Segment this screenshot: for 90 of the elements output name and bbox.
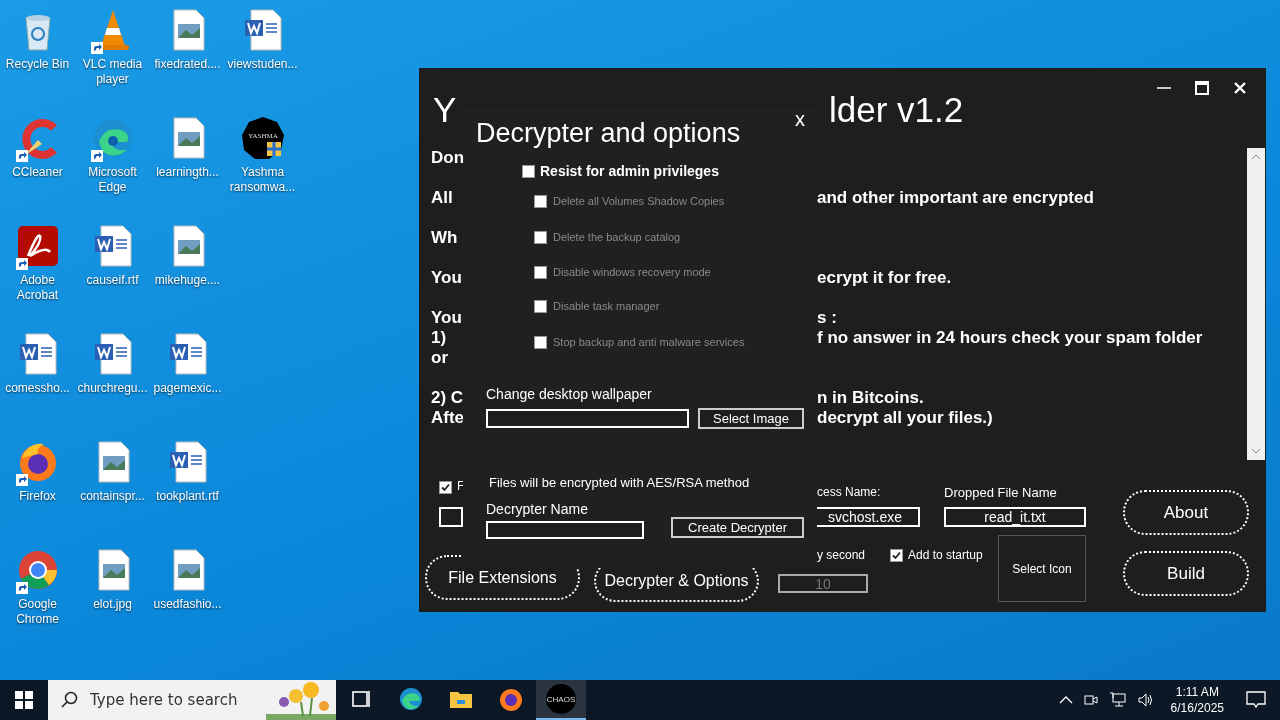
desktop-icon-label[interactable]: learningth... (156, 165, 219, 180)
delay-field[interactable]: 10 (778, 574, 868, 593)
dialog-title: Decrypter and options (476, 118, 741, 149)
dropped-file-field[interactable]: read_it.txt (944, 507, 1086, 527)
note-text: f no answer in 24 hours check your spam folder (817, 328, 1204, 348)
clock[interactable]: 1:11 AM 6/16/2025 (1164, 684, 1230, 716)
search-field[interactable]: Type here to search (88, 690, 282, 710)
checkbox-label: Stop backup and anti malware services (553, 336, 745, 348)
field-label: Change desktop wallpaper (486, 386, 652, 402)
chaos-logo-icon: CHAOS (546, 684, 576, 714)
search-bar[interactable]: Type here to search (48, 680, 336, 720)
desktop-icon-label[interactable]: Adobe Acrobat (0, 273, 75, 303)
desktop-icon-label[interactable]: Yashma ransomwa... (225, 165, 300, 195)
wave-logo-icon (398, 686, 424, 712)
desktop-icon-label[interactable]: VLC media player (75, 57, 150, 87)
search-icon (60, 691, 78, 709)
maximize-icon[interactable] (1195, 81, 1209, 95)
checkbox-label: Delete all Volumes Shadow Copies (553, 195, 725, 207)
desktop-icon-label[interactable]: tookplant.rtf (156, 489, 219, 504)
note-text: decrypt all your files.) (817, 408, 994, 428)
desktop-icon-label[interactable]: viewstuden... (227, 57, 298, 72)
wallpaper-field[interactable] (486, 409, 689, 428)
checkbox[interactable] (522, 165, 535, 178)
fox-logo-icon (498, 686, 524, 712)
note-text: Don (431, 148, 463, 168)
scroll-up-icon[interactable] (1251, 154, 1261, 160)
desktop-icon-label[interactable]: Recycle Bin (5, 57, 70, 72)
desktop-icon-label[interactable]: mikehuge.... (154, 273, 221, 288)
note-text: Wh (431, 228, 459, 248)
decrypter-name-field[interactable] (486, 521, 644, 539)
note-text: ecrypt it for free. (817, 268, 953, 288)
note-text: 1) (431, 328, 448, 348)
window-title: Y (433, 90, 457, 130)
checkbox-label: Add to startup (908, 548, 983, 562)
checkbox[interactable] (890, 549, 903, 562)
scrollbar[interactable] (1247, 148, 1265, 460)
desktop-icon-label[interactable]: fixedrated.... (154, 57, 221, 72)
close-button[interactable]: x (793, 108, 807, 131)
desktop-icon-label[interactable]: elot.jpg (93, 597, 132, 612)
note-text: All (431, 188, 454, 208)
camera-icon[interactable] (1082, 692, 1099, 708)
about-button[interactable]: About (1123, 490, 1249, 535)
select-icon-button[interactable]: Select Icon (998, 535, 1086, 602)
volume-icon[interactable] (1136, 692, 1155, 708)
note-text: and other important are encrypted (817, 188, 1095, 208)
note-text: or (431, 348, 449, 368)
desktop-icon-label[interactable]: CCleaner (12, 165, 63, 180)
note-text: 2) C (431, 388, 463, 408)
field-label: y second (817, 548, 866, 562)
taskbar-app-button[interactable]: CHAOS (536, 680, 586, 720)
info-text: Files will be encrypted with AES/RSA method (489, 475, 750, 490)
desktop-icon-label[interactable]: churchregu... (77, 381, 148, 396)
notification-icon[interactable] (1246, 691, 1266, 709)
note-text: Afte (431, 408, 463, 428)
desktop-icon-label[interactable]: Firefox (19, 489, 56, 504)
checkbox-label: Disable windows recovery mode (553, 266, 711, 278)
shortcut-arrow-icon (15, 258, 28, 270)
checkbox-label: Resist for admin privileges (540, 163, 719, 179)
desktop-icon-label[interactable]: Microsoft Edge (75, 165, 150, 195)
window-title: lder v1.2 (829, 90, 964, 130)
text-field[interactable] (439, 507, 463, 527)
field-label: cess Name: (817, 485, 881, 499)
desktop-icon-label[interactable]: Google Chrome (0, 597, 75, 627)
note-text: s : (817, 308, 838, 328)
windows-logo-icon (15, 691, 33, 709)
select-image-button[interactable]: Select Image (698, 408, 804, 429)
create-decrypter-button[interactable]: Create Decrypter (671, 517, 804, 538)
scroll-down-icon[interactable] (1251, 448, 1261, 454)
note-text: You (431, 308, 463, 328)
checkbox-label: Disable task manager (553, 300, 660, 312)
checkbox-label: Delete the backup catalog (553, 231, 681, 243)
shortcut-arrow-icon (15, 474, 28, 486)
desktop-icon-label[interactable]: usedfashio... (153, 597, 222, 612)
desktop-icon-label[interactable]: containspr... (80, 489, 145, 504)
note-text: n in Bitcoins. (817, 388, 925, 408)
close-icon[interactable] (1233, 81, 1247, 95)
shortcut-arrow-icon (90, 42, 103, 54)
desktop-icon-label[interactable]: pagemexic... (153, 381, 222, 396)
note-text: You (431, 268, 463, 288)
shortcut-arrow-icon (15, 150, 28, 162)
shortcut-arrow-icon (90, 150, 103, 162)
checkbox[interactable] (439, 481, 452, 494)
network-icon[interactable] (1108, 692, 1127, 708)
desktop-icon-label[interactable]: comessho... (5, 381, 70, 396)
build-button[interactable]: Build (1123, 551, 1249, 596)
shortcut-arrow-icon (15, 582, 28, 594)
field-label: Dropped File Name (944, 485, 1057, 500)
field-label: Decrypter Name (486, 501, 588, 517)
chevron-up-icon[interactable] (1058, 695, 1073, 705)
desktop-icon-label[interactable]: causeif.rtf (86, 273, 139, 288)
